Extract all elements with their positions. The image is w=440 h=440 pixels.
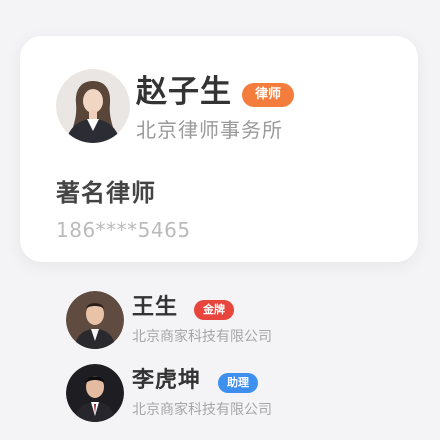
featured-phone[interactable]: 186****5465 <box>56 217 191 243</box>
gold-badge: 金牌 <box>194 300 234 320</box>
contacts-screen: 赵子生 律师 北京律师事务所 著名律师 186****5465 王生 金牌 北京… <box>0 0 440 440</box>
featured-lawyer-card[interactable]: 赵子生 律师 北京律师事务所 著名律师 186****5465 <box>20 36 418 262</box>
featured-title: 著名律师 <box>56 179 156 207</box>
contact-avatar <box>66 291 124 349</box>
featured-org: 北京律师事务所 <box>136 118 283 142</box>
contact-list-item[interactable]: 王生 金牌 北京商家科技有限公司 <box>66 289 316 351</box>
contact-avatar <box>66 364 124 422</box>
contact-name: 李虎坤 <box>132 368 202 393</box>
featured-name: 赵子生 <box>136 74 232 110</box>
contact-org: 北京商家科技有限公司 <box>132 402 272 418</box>
featured-avatar <box>56 69 130 143</box>
contact-list-item[interactable]: 李虎坤 助理 北京商家科技有限公司 <box>66 362 316 424</box>
contact-org: 北京商家科技有限公司 <box>132 329 272 345</box>
lawyer-badge: 律师 <box>242 83 294 107</box>
contact-name: 王生 <box>132 295 179 320</box>
assistant-badge: 助理 <box>218 373 258 393</box>
